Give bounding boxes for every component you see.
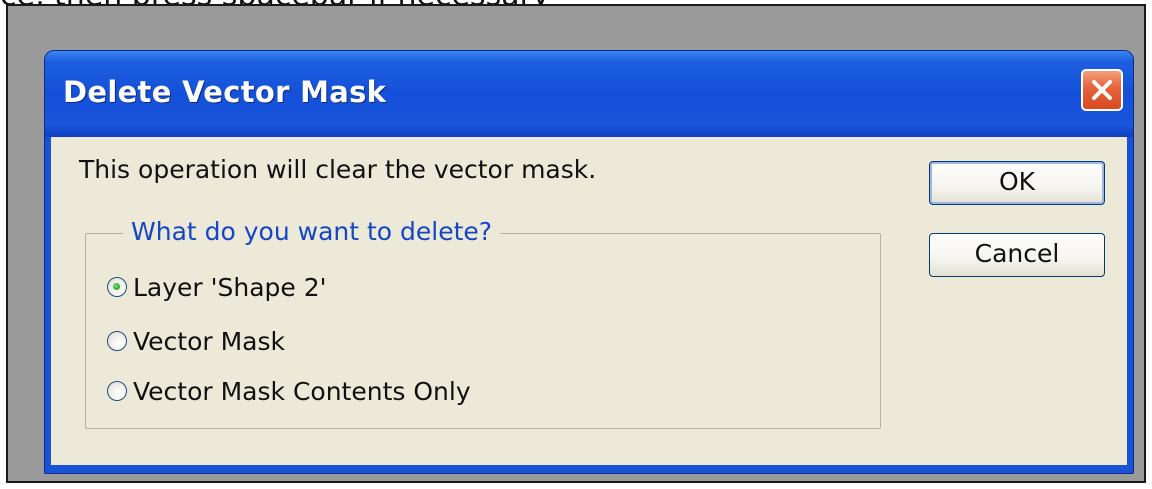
dialog-titlebar[interactable]: Delete Vector Mask (45, 51, 1133, 137)
close-button[interactable] (1081, 69, 1123, 111)
ok-button[interactable]: OK (929, 161, 1105, 205)
close-x-icon (1092, 80, 1112, 100)
radio-option-label: Layer 'Shape 2' (133, 272, 327, 302)
dialog-client-area: This operation will clear the vector mas… (51, 137, 1127, 465)
screen-frame: Delete Vector Mask This operation will c… (6, 4, 1146, 483)
radio-option-label: Vector Mask (133, 326, 286, 356)
radio-option-layer-shape-2[interactable]: Layer 'Shape 2' (107, 269, 327, 305)
dialog-title: Delete Vector Mask (63, 75, 387, 109)
radio-button-icon[interactable] (107, 331, 127, 351)
radio-button-icon[interactable] (107, 381, 127, 401)
radio-option-vector-mask-contents-only[interactable]: Vector Mask Contents Only (107, 373, 471, 409)
screenshot-page: ce, then press spacebar if necessary Del… (0, 0, 1152, 489)
radio-button-checked-icon[interactable] (107, 277, 127, 297)
delete-vector-mask-dialog: Delete Vector Mask This operation will c… (44, 50, 1134, 474)
cancel-button[interactable]: Cancel (929, 233, 1105, 277)
radio-option-label: Vector Mask Contents Only (133, 376, 471, 406)
radio-option-vector-mask[interactable]: Vector Mask (107, 323, 285, 359)
groupbox-label: What do you want to delete? (123, 217, 501, 246)
dialog-message: This operation will clear the vector mas… (79, 155, 597, 184)
